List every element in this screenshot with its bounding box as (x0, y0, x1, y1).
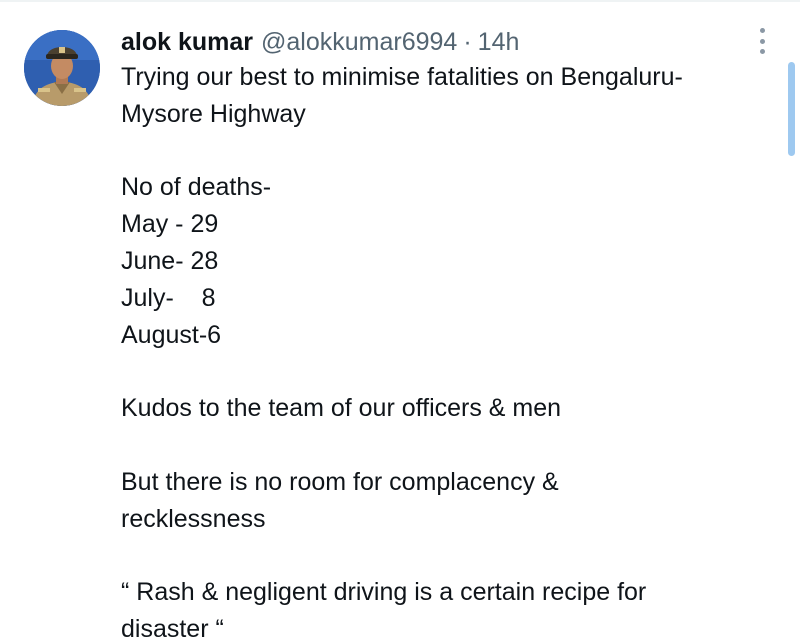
tweet-text-line (121, 427, 781, 464)
tweet-text-line (121, 537, 781, 574)
tweet-header: alok kumar @alokkumar6994 · 14h (121, 26, 519, 58)
tweet-text-line: But there is no room for complacency & (121, 467, 559, 496)
tweet-text-line: Mysore Highway (121, 99, 306, 128)
tweet-text-line (121, 133, 781, 170)
tweet-text-line (121, 353, 781, 390)
tweet-text-line: recklessness (121, 504, 266, 533)
tweet-timestamp[interactable]: 14h (478, 26, 520, 58)
tweet-card[interactable]: alok kumar @alokkumar6994 · 14h Trying o… (0, 0, 800, 642)
header-separator: · (463, 28, 472, 56)
author-display-name[interactable]: alok kumar (121, 26, 253, 58)
avatar[interactable] (24, 30, 100, 106)
tweet-text: Trying our best to minimise fatalities o… (121, 59, 781, 642)
more-dot (759, 49, 765, 54)
tweet-text-line: disaster “ (121, 614, 224, 642)
more-dot (759, 38, 765, 44)
tweet-text-line: July- 8 (121, 283, 216, 312)
tweet-text-line: June- 28 (121, 246, 219, 275)
scrollbar-thumb[interactable] (788, 62, 795, 156)
author-handle[interactable]: @alokkumar6994 (261, 26, 457, 58)
tweet-text-line: August-6 (121, 320, 222, 349)
tweet-text-line: May - 29 (121, 210, 219, 239)
tweet-text-line: Trying our best to minimise fatalities o… (121, 63, 683, 91)
police-officer-avatar-icon (24, 30, 100, 106)
tweet-text-line: Kudos to the team of our officers & men (121, 394, 562, 423)
tweet-text-line: No of deaths- (121, 173, 272, 202)
more-dot (759, 28, 765, 33)
more-options-icon[interactable] (750, 26, 774, 56)
tweet-text-line: “ Rash & negligent driving is a certain … (121, 578, 647, 607)
